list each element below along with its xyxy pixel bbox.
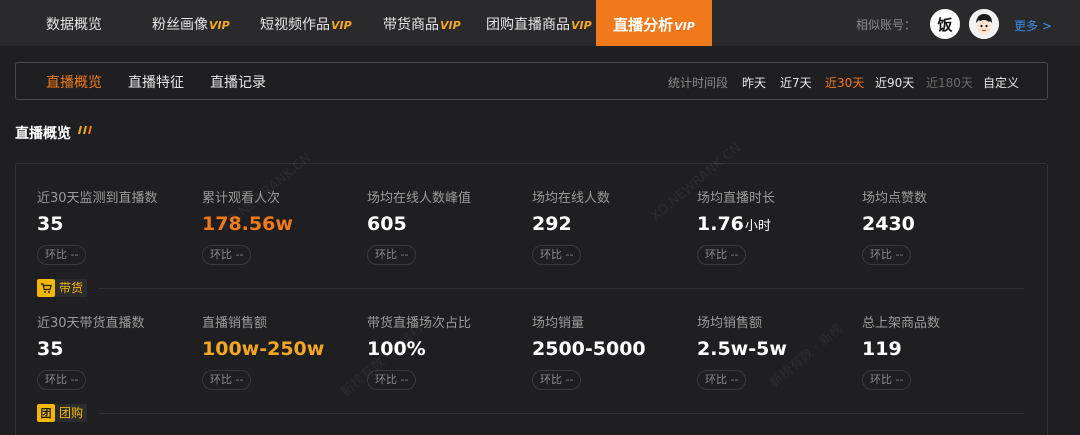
mom-badge: 环比 -- — [367, 370, 417, 390]
mom-badge: 环比 -- — [532, 245, 582, 265]
tab-label: 直播分析 — [613, 16, 674, 34]
mom-badge: 环比 -- — [202, 245, 252, 265]
tab-label: 数据概览 — [46, 17, 102, 33]
more-link[interactable]: 更多 > — [1014, 17, 1052, 34]
subtab-live-records[interactable]: 直播记录 — [210, 72, 266, 92]
cartoon-avatar-icon — [969, 9, 999, 39]
metric-value: 100% — [367, 338, 426, 360]
similar-account-avatar[interactable] — [969, 9, 999, 39]
metric-label: 场均点赞数 — [862, 191, 928, 206]
tab-label: 团购直播商品 — [486, 17, 570, 33]
vip-badge: VIP — [674, 20, 695, 33]
metric-unit: 小时 — [744, 219, 771, 234]
metric-value: 2.5w-5w — [697, 338, 787, 360]
title-decoration-icon — [78, 125, 92, 135]
metric-number: 2430 — [862, 213, 915, 235]
similar-accounts-label: 相似账号： — [856, 18, 917, 32]
section-title: 直播概览 — [15, 126, 71, 142]
mom-badge: 环比 -- — [862, 370, 912, 390]
metric-number: 292 — [532, 213, 572, 235]
mom-badge: 环比 -- — [532, 370, 582, 390]
period-90-days[interactable]: 近90天 — [875, 74, 914, 91]
period-custom[interactable]: 自定义 — [983, 74, 1019, 91]
group-buy-icon: 团 — [37, 404, 55, 422]
metric-number: 178.56w — [202, 213, 293, 235]
subtab-live-overview[interactable]: 直播概览 — [46, 72, 102, 92]
mom-badge: 环比 -- — [37, 370, 87, 390]
metric-label: 场均销售额 — [697, 316, 763, 331]
vip-badge: VIP — [571, 19, 592, 32]
cart-icon-glyph — [41, 283, 52, 293]
tab-short-videos[interactable]: 短视频作品VIP — [260, 0, 352, 46]
metric-value: 605 — [367, 213, 407, 235]
metric-value: 35 — [37, 213, 63, 235]
metric-value: 1.76小时 — [697, 213, 771, 235]
metric-label: 总上架商品数 — [862, 316, 941, 331]
metric-value: 178.56w — [202, 213, 293, 235]
metric-value: 2430 — [862, 213, 915, 235]
mom-badge: 环比 -- — [697, 370, 747, 390]
metric-label: 累计观看人次 — [202, 191, 281, 206]
metric-label: 场均在线人数峰值 — [367, 191, 472, 206]
period-180-days[interactable]: 近180天 — [926, 74, 973, 91]
metric-number: 1.76 — [697, 213, 744, 235]
metric-label: 带货直播场次占比 — [367, 316, 472, 331]
metric-value: 292 — [532, 213, 572, 235]
metric-value: 100w-250w — [202, 338, 325, 360]
vip-badge: VIP — [209, 19, 230, 32]
metric-label: 场均直播时长 — [697, 191, 776, 206]
divider — [99, 413, 1024, 414]
top-nav: 数据概览 粉丝画像VIP 短视频作品VIP 带货商品VIP 团购直播商品VIP … — [0, 0, 1080, 46]
tab-label: 粉丝画像 — [152, 17, 208, 33]
tag-label: 团购 — [55, 404, 88, 422]
metric-label: 直播销售额 — [202, 316, 268, 331]
metric-label: 近30天带货直播数 — [37, 316, 145, 331]
sales-tag: 带货 — [37, 278, 88, 298]
tab-fans-profile[interactable]: 粉丝画像VIP — [152, 0, 230, 46]
metric-number: 605 — [367, 213, 407, 235]
metric-value: 119 — [862, 338, 902, 360]
mom-badge: 环比 -- — [697, 245, 747, 265]
group-buy-tag: 团 团购 — [37, 403, 88, 423]
avatar-text: 饭 — [937, 15, 953, 34]
tab-products[interactable]: 带货商品VIP — [383, 0, 461, 46]
overview-panel: 近30天监测到直播数 35 环比 -- 累计观看人次 178.56w 环比 --… — [15, 163, 1048, 435]
cart-icon — [37, 279, 55, 297]
metric-value: 2500-5000 — [532, 338, 646, 360]
subtab-live-features[interactable]: 直播特征 — [128, 72, 184, 92]
similar-account-avatar[interactable]: 饭 — [930, 9, 960, 39]
tab-data-overview[interactable]: 数据概览 — [46, 0, 102, 46]
tab-live-analysis[interactable]: 直播分析VIP — [596, 0, 712, 46]
divider — [99, 288, 1024, 289]
mom-badge: 环比 -- — [862, 245, 912, 265]
metric-number: 35 — [37, 213, 64, 235]
tab-label: 带货商品 — [383, 17, 439, 33]
sub-nav: 直播概览 直播特征 直播记录 统计时间段 昨天 近7天 近30天 近90天 近1… — [15, 62, 1048, 100]
metric-label: 场均在线人数 — [532, 191, 611, 206]
mom-badge: 环比 -- — [367, 245, 417, 265]
metric-value: 35 — [37, 338, 64, 360]
mom-badge: 环比 -- — [37, 245, 87, 265]
period-yesterday[interactable]: 昨天 — [742, 74, 766, 91]
vip-badge: VIP — [331, 19, 352, 32]
metric-label: 场均销量 — [532, 316, 585, 331]
tab-label: 短视频作品 — [260, 17, 330, 33]
metric-label: 近30天监测到直播数 — [37, 191, 158, 206]
period-7-days[interactable]: 近7天 — [780, 74, 812, 91]
period-30-days[interactable]: 近30天 — [825, 74, 864, 91]
vip-badge: VIP — [440, 19, 461, 32]
period-label: 统计时间段 — [668, 76, 729, 90]
tab-group-buy-products[interactable]: 团购直播商品VIP — [486, 0, 592, 46]
tag-label: 带货 — [55, 279, 88, 297]
mom-badge: 环比 -- — [202, 370, 252, 390]
